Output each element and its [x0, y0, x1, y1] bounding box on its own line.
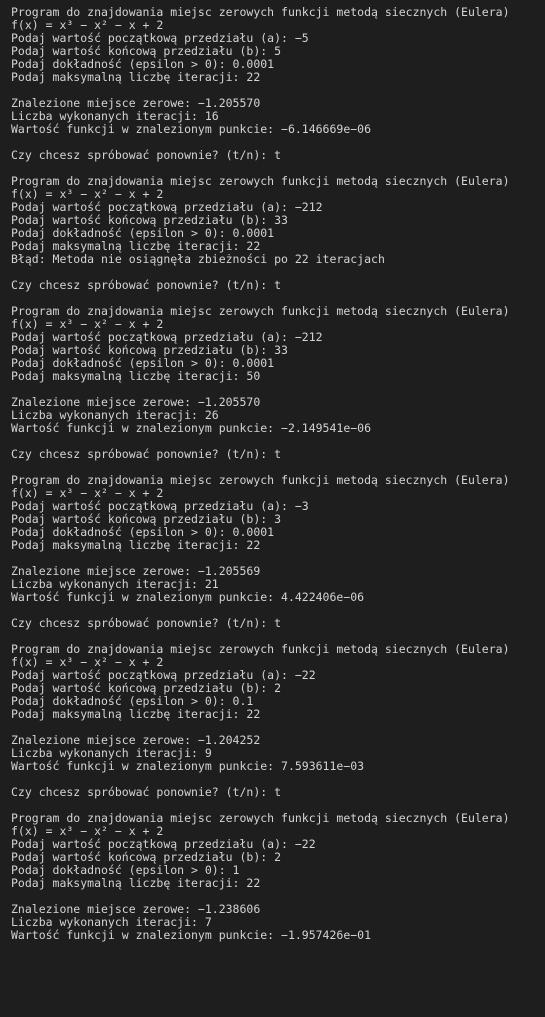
terminal-line: Czy chcesz spróbować ponownie? (t/n): t	[11, 447, 282, 461]
terminal-line: Wartość funkcji w znalezionym punkcie: −…	[11, 928, 372, 942]
terminal-line: Podaj maksymalną liczbę iteracji: 22	[11, 707, 261, 721]
terminal-line: Czy chcesz spróbować ponownie? (t/n): t	[11, 616, 282, 630]
terminal-line: Wartość funkcji w znalezionym punkcie: −…	[11, 122, 372, 136]
terminal-line: Podaj maksymalną liczbę iteracji: 50	[11, 369, 261, 383]
terminal-line: Podaj maksymalną liczbę iteracji: 22	[11, 876, 261, 890]
terminal-line: Czy chcesz spróbować ponownie? (t/n): t	[11, 148, 282, 162]
terminal-line: Wartość funkcji w znalezionym punkcie: 7…	[11, 759, 365, 773]
terminal-line: Wartość funkcji w znalezionym punkcie: 4…	[11, 590, 365, 604]
terminal-line: Czy chcesz spróbować ponownie? (t/n): t	[11, 278, 282, 292]
terminal-line: Podaj maksymalną liczbę iteracji: 22	[11, 538, 261, 552]
terminal-output[interactable]: Program do znajdowania miejsc zerowych f…	[0, 0, 545, 1017]
terminal-line: Błąd: Metoda nie osiągnęła zbieżności po…	[11, 252, 385, 266]
terminal-line: Czy chcesz spróbować ponownie? (t/n): t	[11, 785, 282, 799]
terminal-line: Wartość funkcji w znalezionym punkcie: −…	[11, 421, 372, 435]
terminal-line: Podaj maksymalną liczbę iteracji: 22	[11, 70, 261, 84]
